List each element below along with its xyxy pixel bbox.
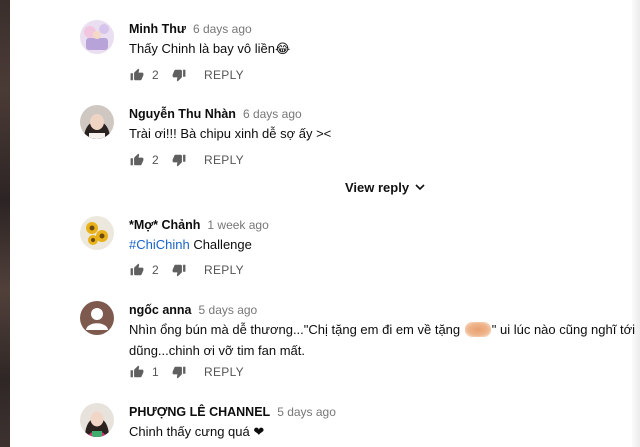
- comments-page: Minh Thư 6 days ago Thấy Chinh là bay vô …: [0, 0, 640, 447]
- reply-button[interactable]: REPLY: [204, 263, 244, 277]
- avatar[interactable]: [80, 403, 114, 437]
- avatar[interactable]: [80, 105, 114, 139]
- comment-text-start: Nhìn ổng bún mà dễ thương..."Chị tặng em…: [129, 322, 464, 337]
- avatar[interactable]: [80, 216, 114, 250]
- comment-time[interactable]: 6 days ago: [193, 22, 252, 36]
- thumbs-up-icon[interactable]: [129, 152, 145, 168]
- comment-author[interactable]: Minh Thư: [129, 22, 186, 36]
- thumbs-down-icon[interactable]: [171, 262, 187, 278]
- video-edge-strip: [0, 0, 10, 447]
- thumbs-down-icon[interactable]: [171, 152, 187, 168]
- comment-text: #ChiChinh Challenge: [129, 234, 639, 255]
- like-count: 1: [152, 365, 159, 379]
- blurred-redaction: [464, 322, 491, 337]
- comment-text: Nhìn ổng bún mà dễ thương..."Chị tặng em…: [129, 319, 639, 361]
- comment-time[interactable]: 5 days ago: [199, 303, 258, 317]
- thumbs-up-icon[interactable]: [129, 364, 145, 380]
- view-reply-button[interactable]: View reply: [345, 180, 425, 195]
- comment-author[interactable]: PHƯỢNG LÊ CHANNEL: [129, 405, 270, 419]
- avatar[interactable]: [80, 301, 114, 335]
- thumbs-down-icon[interactable]: [171, 67, 187, 83]
- comment-text: Trài ơi!!! Bà chipu xinh dễ sợ ấy ><: [129, 126, 332, 141]
- comment-meta: Minh Thư 6 days ago: [129, 20, 252, 38]
- comment-time[interactable]: 5 days ago: [277, 405, 336, 419]
- comment-meta: PHƯỢNG LÊ CHANNEL 5 days ago: [129, 403, 336, 421]
- hashtag-link[interactable]: #ChiChinh: [129, 237, 190, 252]
- like-count: 2: [152, 263, 159, 277]
- chevron-down-icon: [415, 184, 425, 191]
- comment-meta: ngốc anna 5 days ago: [129, 301, 257, 319]
- reply-button[interactable]: REPLY: [204, 153, 244, 167]
- reply-button[interactable]: REPLY: [204, 68, 244, 82]
- comment-text-rest: Challenge: [189, 237, 252, 252]
- comment-meta: *Mợ* Chảnh 1 week ago: [129, 216, 269, 234]
- comment-actions: 2 REPLY: [129, 67, 244, 83]
- comment-text: Thấy Chinh là bay vô liền😂: [129, 41, 291, 56]
- comment-author[interactable]: Nguyễn Thu Nhàn: [129, 107, 236, 121]
- comment-actions: 2 REPLY: [129, 152, 244, 168]
- like-count: 2: [152, 68, 159, 82]
- comment-time[interactable]: 6 days ago: [243, 107, 302, 121]
- comment-time[interactable]: 1 week ago: [207, 218, 268, 232]
- comment-actions: 2 REPLY: [129, 262, 244, 278]
- comment-author[interactable]: *Mợ* Chảnh: [129, 218, 200, 232]
- scroll-edge: [632, 0, 640, 447]
- comment-text: Chinh thấy cưng quá ❤: [129, 424, 265, 439]
- avatar[interactable]: [80, 20, 114, 54]
- comment-meta: Nguyễn Thu Nhàn 6 days ago: [129, 105, 302, 123]
- thumbs-up-icon[interactable]: [129, 67, 145, 83]
- comment-actions: 1 REPLY: [129, 364, 244, 380]
- like-count: 2: [152, 153, 159, 167]
- comment-author[interactable]: ngốc anna: [129, 303, 192, 317]
- view-reply-label: View reply: [345, 180, 410, 195]
- reply-button[interactable]: REPLY: [204, 365, 244, 379]
- thumbs-down-icon[interactable]: [171, 364, 187, 380]
- thumbs-up-icon[interactable]: [129, 262, 145, 278]
